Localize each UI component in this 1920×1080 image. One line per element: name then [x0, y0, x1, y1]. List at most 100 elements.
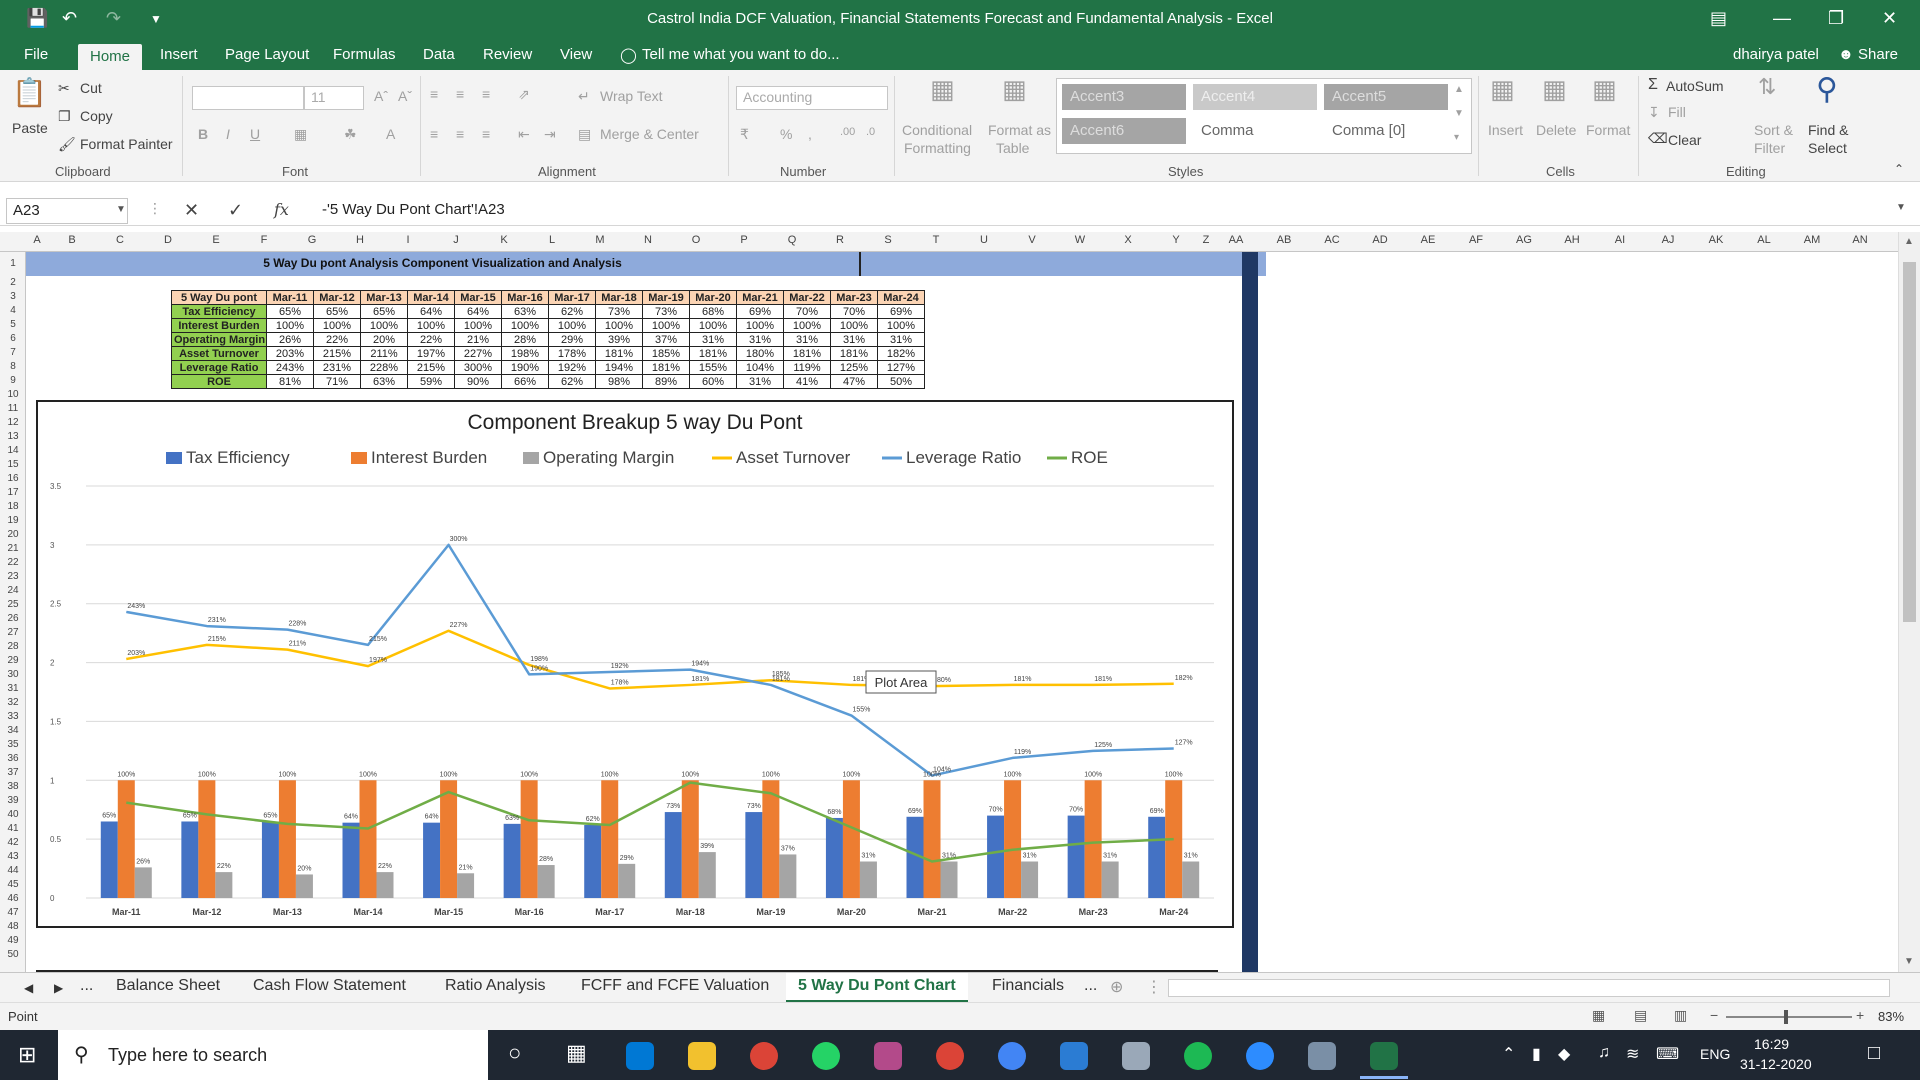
table-cell[interactable]: 182%	[877, 346, 925, 361]
row-header-29[interactable]: 29	[0, 654, 25, 668]
page-break-view-icon[interactable]: ▥	[1674, 1007, 1687, 1024]
scroll-thumb[interactable]	[1903, 262, 1916, 622]
format-as-table-icon[interactable]: ▦	[1002, 74, 1027, 105]
column-header-ak[interactable]: AK	[1692, 234, 1740, 246]
sort-filter-button[interactable]: Sort &	[1754, 122, 1793, 138]
table-cell[interactable]: 185%	[642, 346, 690, 361]
table-cell[interactable]: 21%	[454, 332, 502, 347]
fill-icon[interactable]: ↧	[1648, 104, 1660, 121]
table-cell[interactable]: 192%	[548, 360, 596, 375]
table-cell[interactable]: 100%	[454, 318, 502, 333]
merge-center-button[interactable]: Merge & Center	[600, 126, 699, 142]
merge-icon[interactable]: ▤	[578, 126, 591, 143]
zoom-out-icon[interactable]: −	[1710, 1007, 1718, 1023]
row-header-40[interactable]: 40	[0, 808, 25, 822]
windows-start-icon[interactable]: ⊞	[18, 1042, 36, 1068]
expand-formula-bar-icon[interactable]: ▼	[1896, 202, 1906, 213]
table-cell[interactable]: 178%	[548, 346, 596, 361]
column-header-s[interactable]: S	[864, 234, 912, 246]
table-cell[interactable]: 64%	[407, 304, 455, 319]
column-header-am[interactable]: AM	[1788, 234, 1836, 246]
table-cell[interactable]: 181%	[595, 346, 643, 361]
normal-view-icon[interactable]: ▦	[1592, 1007, 1605, 1024]
table-row-label[interactable]: ROE	[171, 374, 267, 389]
table-cell[interactable]: 181%	[689, 346, 737, 361]
underline-icon[interactable]: U	[250, 126, 260, 142]
table-cell[interactable]: 100%	[501, 318, 549, 333]
insert-cells-icon[interactable]: ▦	[1490, 74, 1515, 105]
column-header-x[interactable]: X	[1104, 234, 1152, 246]
column-header-f[interactable]: F	[240, 234, 288, 246]
row-header-22[interactable]: 22	[0, 556, 25, 570]
gallery-scroll-up-icon[interactable]: ▲	[1454, 84, 1464, 95]
format-as-table-button[interactable]: Format as	[988, 122, 1051, 138]
table-cell[interactable]: 31%	[877, 332, 925, 347]
column-header-c[interactable]: C	[96, 234, 144, 246]
table-cell[interactable]: 28%	[501, 332, 549, 347]
row-header-43[interactable]: 43	[0, 850, 25, 864]
delete-cells-icon[interactable]: ▦	[1542, 74, 1567, 105]
table-cell[interactable]: 31%	[783, 332, 831, 347]
table-cell[interactable]: 31%	[689, 332, 737, 347]
network-app-icon[interactable]	[1308, 1042, 1336, 1070]
column-header-u[interactable]: U	[960, 234, 1008, 246]
wrap-text-button[interactable]: Wrap Text	[600, 88, 663, 104]
column-header-i[interactable]: I	[384, 234, 432, 246]
table-cell[interactable]: 26%	[266, 332, 314, 347]
table-cell[interactable]: 65%	[313, 304, 361, 319]
clear-icon[interactable]: ⌫	[1648, 130, 1668, 147]
format-painter-icon[interactable]: 🖌	[58, 136, 76, 153]
table-cell[interactable]: 100%	[830, 318, 878, 333]
table-cell[interactable]: 100%	[877, 318, 925, 333]
table-cell[interactable]: 37%	[642, 332, 690, 347]
tab-review[interactable]: Review	[483, 46, 532, 70]
more-options-icon[interactable]: ⋮	[148, 200, 162, 217]
find-select-icon[interactable]: ⚲	[1816, 72, 1838, 107]
page-layout-view-icon[interactable]: ▤	[1634, 1007, 1647, 1024]
redo-icon[interactable]: ↷	[106, 8, 121, 29]
confirm-entry-icon[interactable]: ✓	[228, 200, 243, 221]
align-left-icon[interactable]: ≡	[430, 126, 438, 142]
ribbon-display-icon[interactable]: ▤	[1710, 8, 1727, 29]
bold-icon[interactable]: B	[198, 126, 208, 142]
table-cell[interactable]: 127%	[877, 360, 925, 375]
tab-page-layout[interactable]: Page Layout	[225, 46, 309, 70]
battery-icon[interactable]: ▮	[1532, 1044, 1541, 1064]
sort-filter-icon[interactable]: ⇅	[1758, 74, 1776, 100]
du-pont-chart[interactable]: Component Breakup 5 way Du Pont Tax Effi…	[36, 400, 1234, 928]
close-icon[interactable]: ✕	[1882, 8, 1897, 29]
conditional-formatting-button[interactable]: Conditional	[902, 122, 972, 138]
table-cell[interactable]: 100%	[736, 318, 784, 333]
tab-home[interactable]: Home	[78, 44, 143, 70]
taskbar-search-text[interactable]: Type here to search	[108, 1045, 267, 1066]
table-cell[interactable]: 63%	[501, 304, 549, 319]
table-cell[interactable]: 90%	[454, 374, 502, 389]
table-cell[interactable]: 22%	[407, 332, 455, 347]
column-header-o[interactable]: O	[672, 234, 720, 246]
tab-insert[interactable]: Insert	[160, 46, 198, 70]
clock-date[interactable]: 31-12-2020	[1740, 1056, 1812, 1072]
excel-icon[interactable]	[1370, 1042, 1398, 1070]
paint-icon[interactable]	[874, 1042, 902, 1070]
table-cell[interactable]: 63%	[360, 374, 408, 389]
row-header-9[interactable]: 9	[0, 374, 25, 388]
row-header-21[interactable]: 21	[0, 542, 25, 556]
delete-cells-button[interactable]: Delete	[1536, 122, 1576, 138]
table-row-label[interactable]: Asset Turnover	[171, 346, 267, 361]
sheet-tab-du-pont-chart[interactable]: 5 Way Du Pont Chart	[786, 973, 968, 1003]
row-header-14[interactable]: 14	[0, 444, 25, 458]
table-cell[interactable]: 100%	[266, 318, 314, 333]
zoom-app-icon[interactable]	[1246, 1042, 1274, 1070]
column-header-q[interactable]: Q	[768, 234, 816, 246]
column-header-t[interactable]: T	[912, 234, 960, 246]
table-cell[interactable]: 31%	[736, 374, 784, 389]
table-cell[interactable]: 197%	[407, 346, 455, 361]
row-header-6[interactable]: 6	[0, 332, 25, 346]
table-cell[interactable]: 211%	[360, 346, 408, 361]
column-header-p[interactable]: P	[720, 234, 768, 246]
find-select-button-line2[interactable]: Select	[1808, 140, 1847, 156]
copy-button[interactable]: Copy	[80, 108, 113, 124]
comma-style-icon[interactable]: ,	[808, 126, 812, 142]
dropbox-icon[interactable]: ◆	[1558, 1044, 1570, 1064]
row-header-41[interactable]: 41	[0, 822, 25, 836]
